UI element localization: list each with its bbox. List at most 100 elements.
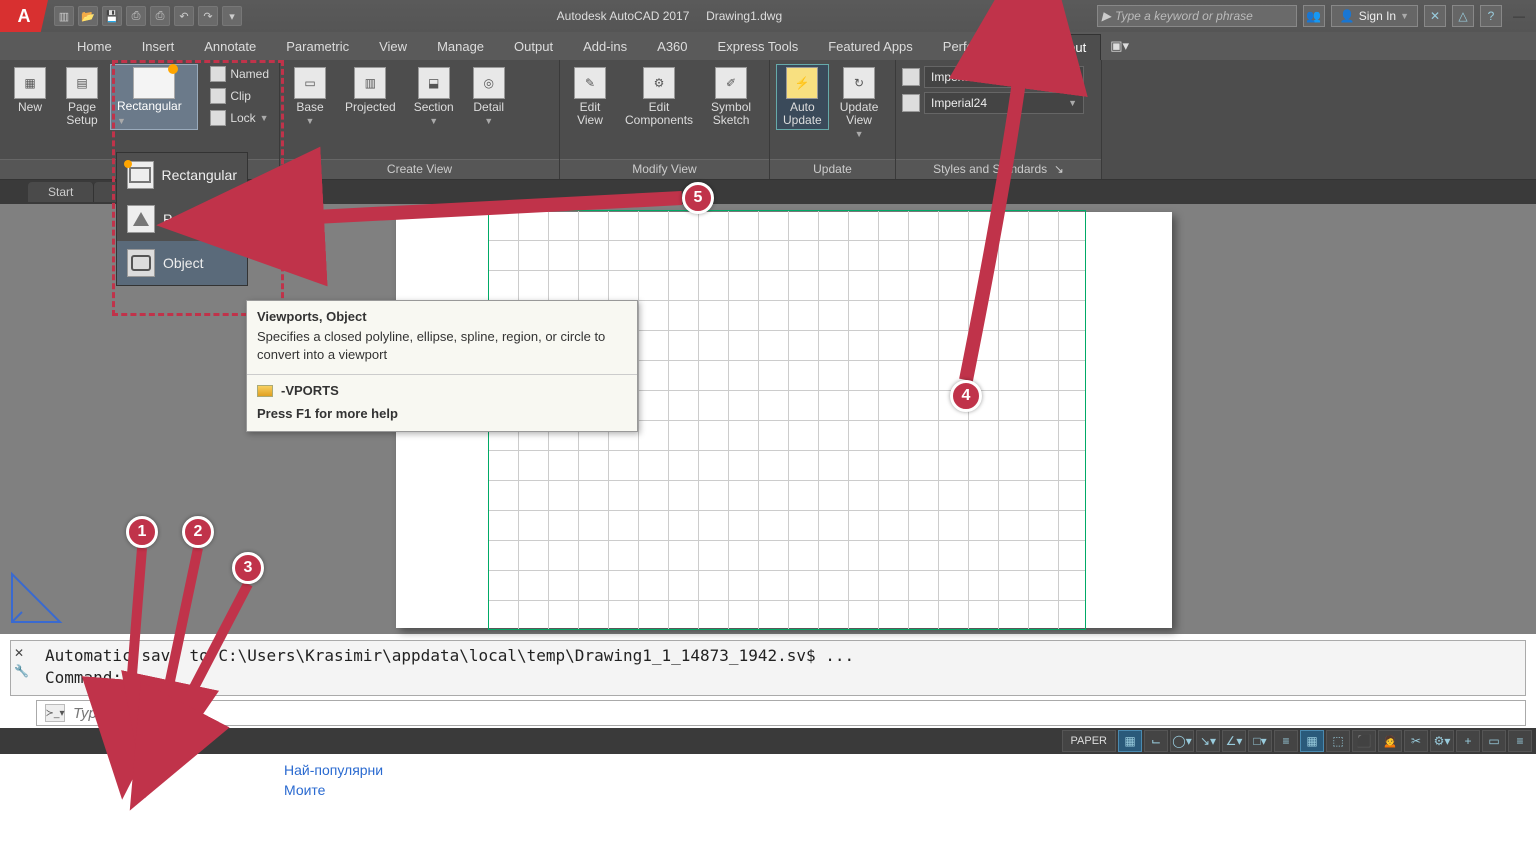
tab-performance[interactable]: Performance <box>928 33 1032 60</box>
viewport-type-flyout: Rectangular Polygonal Object <box>116 152 248 286</box>
status-as2-icon[interactable]: 🙍 <box>1378 730 1402 752</box>
status-otrack-icon[interactable]: □▾ <box>1248 730 1272 752</box>
exchange-icon[interactable]: ✕ <box>1424 5 1446 27</box>
named-viewports-button[interactable]: Named <box>206 64 273 84</box>
status-ortho-icon[interactable]: ◯▾ <box>1170 730 1194 752</box>
status-osnap-icon[interactable]: ∠▾ <box>1222 730 1246 752</box>
new-layout-button[interactable]: ▦ New <box>6 64 54 117</box>
titlebar-right: ▶ Type a keyword or phrase 👥 👤 Sign In ▼… <box>1097 5 1536 27</box>
lock-viewport-button[interactable]: Lock ▼ <box>206 108 273 128</box>
tab-home[interactable]: Home <box>62 33 127 60</box>
named-icon <box>210 66 226 82</box>
tab-insert[interactable]: Insert <box>127 33 190 60</box>
base-icon: ▭ <box>294 67 326 99</box>
clip-viewport-button[interactable]: Clip <box>206 86 273 106</box>
style2-dropdown[interactable]: Imperial24▼ <box>924 92 1084 114</box>
style1-value: Imperial24 <box>931 70 987 84</box>
status-gear-icon[interactable]: ⚙▾ <box>1430 730 1454 752</box>
flyout-rectangular[interactable]: Rectangular <box>117 153 247 197</box>
tab-expresstools[interactable]: Express Tools <box>703 33 814 60</box>
flyout-polygonal[interactable]: Polygonal <box>117 197 247 241</box>
flyout-object[interactable]: Object <box>117 241 247 285</box>
page-setup-label: Page Setup <box>66 101 97 127</box>
command-line[interactable]: ≻_▾ Type a command <box>36 700 1526 726</box>
base-view-button[interactable]: ▭Base▼ <box>286 64 334 131</box>
tab-view[interactable]: View <box>364 33 422 60</box>
tab-layout[interactable]: Layout <box>1032 34 1101 60</box>
qat-redo-icon[interactable]: ↷ <box>198 6 218 26</box>
object-icon <box>127 249 155 277</box>
filetab-start[interactable]: Start <box>28 182 94 202</box>
cmdhist-wrench-icon[interactable]: 🔧 <box>14 664 29 678</box>
auto-update-button[interactable]: ⚡Auto Update <box>776 64 829 130</box>
qat-save-icon[interactable]: 💾 <box>102 6 122 26</box>
tab-parametric[interactable]: Parametric <box>271 33 364 60</box>
quick-access-toolbar: ▥ 📂 💾 ⎙ ⎙ ↶ ↷ ▾ <box>54 6 242 26</box>
status-custom-icon[interactable]: ≡ <box>1508 730 1532 752</box>
tooltip-cmd-text: -VPORTS <box>281 383 339 398</box>
window-title: Autodesk AutoCAD 2017 Drawing1.dwg <box>557 9 782 23</box>
search-input[interactable]: ▶ Type a keyword or phrase <box>1097 5 1297 27</box>
projected-view-button[interactable]: ▥Projected <box>338 64 403 117</box>
tab-addins[interactable]: Add-ins <box>568 33 642 60</box>
status-as3-icon[interactable]: ✂ <box>1404 730 1428 752</box>
status-snap-icon[interactable]: ⌙ <box>1144 730 1168 752</box>
tab-output[interactable]: Output <box>499 33 568 60</box>
detail-view-button[interactable]: ◎Detail▼ <box>465 64 513 131</box>
rectangular-viewport-splitbutton[interactable]: Rectangular ▼ <box>110 64 198 130</box>
style1-icon <box>902 68 920 86</box>
annotation-badge-4: 4 <box>950 380 982 412</box>
annotation-badge-5: 5 <box>682 182 714 214</box>
tab-a360[interactable]: A360 <box>642 33 702 60</box>
update-view-button[interactable]: ↻Update View▼ <box>833 64 886 142</box>
command-history[interactable]: Automatic save to C:\Users\Krasimir\appd… <box>10 640 1526 696</box>
signin-button[interactable]: 👤 Sign In ▼ <box>1331 5 1418 27</box>
status-trans-icon[interactable]: ▦ <box>1300 730 1324 752</box>
tab-featuredapps[interactable]: Featured Apps <box>813 33 928 60</box>
qat-more-icon[interactable]: ▾ <box>222 6 242 26</box>
file-name: Drawing1.dwg <box>706 9 782 23</box>
projected-label: Projected <box>345 101 396 114</box>
tab-manage[interactable]: Manage <box>422 33 499 60</box>
status-polar-icon[interactable]: ↘▾ <box>1196 730 1220 752</box>
status-paper[interactable]: PAPER <box>1062 730 1116 752</box>
minimize-icon[interactable]: — <box>1508 5 1530 27</box>
tab-overflow-icon[interactable]: ▣▾ <box>1101 32 1138 60</box>
qat-new-icon[interactable]: ▥ <box>54 6 74 26</box>
detail-icon: ◎ <box>473 67 505 99</box>
tab-annotate[interactable]: Annotate <box>189 33 271 60</box>
rectangular-viewport-label: Rectangular <box>117 99 182 113</box>
auto-update-icon: ⚡ <box>786 67 818 99</box>
link-popular[interactable]: Най-популярни <box>284 762 383 778</box>
link-mine[interactable]: Моите <box>284 782 383 798</box>
style2-value: Imperial24 <box>931 96 987 110</box>
status-max-icon[interactable]: + <box>1456 730 1480 752</box>
qat-undo-icon[interactable]: ↶ <box>174 6 194 26</box>
chevron-down-icon: ▼ <box>260 113 269 123</box>
edit-components-button[interactable]: ⚙Edit Components <box>618 64 700 130</box>
panel-update: ⚡Auto Update ↻Update View▼ Update <box>770 60 896 179</box>
style1-dropdown[interactable]: Imperial24▼ <box>924 66 1084 88</box>
status-as1-icon[interactable]: ⬛ <box>1352 730 1376 752</box>
edit-view-button[interactable]: ✎Edit View <box>566 64 614 130</box>
section-view-button[interactable]: ⬓Section▼ <box>407 64 461 131</box>
help-icon[interactable]: ? <box>1480 5 1502 27</box>
command-prompt-icon[interactable]: ≻_▾ <box>45 704 65 722</box>
status-lwt-icon[interactable]: ≡ <box>1274 730 1298 752</box>
cmdhist-close-icon[interactable]: ✕ <box>14 646 24 660</box>
qat-saveas-icon[interactable]: ⎙ <box>126 6 146 26</box>
tooltip-help: Press F1 for more help <box>247 406 637 431</box>
a360-icon[interactable]: △ <box>1452 5 1474 27</box>
qat-open-icon[interactable]: 📂 <box>78 6 98 26</box>
app-logo[interactable]: A <box>0 0 48 32</box>
symbol-sketch-button[interactable]: ✐Symbol Sketch <box>704 64 758 130</box>
page-setup-button[interactable]: ▤ Page Setup <box>58 64 106 130</box>
status-qs-icon[interactable]: ⬚ <box>1326 730 1350 752</box>
section-icon: ⬓ <box>418 67 450 99</box>
status-clean-icon[interactable]: ▭ <box>1482 730 1506 752</box>
qat-plot-icon[interactable]: ⎙ <box>150 6 170 26</box>
edit-components-label: Edit Components <box>625 101 693 127</box>
status-grid-icon[interactable]: ▦ <box>1118 730 1142 752</box>
infocenter-icon[interactable]: 👥 <box>1303 5 1325 27</box>
search-go-icon[interactable]: ▶ <box>1102 9 1111 23</box>
